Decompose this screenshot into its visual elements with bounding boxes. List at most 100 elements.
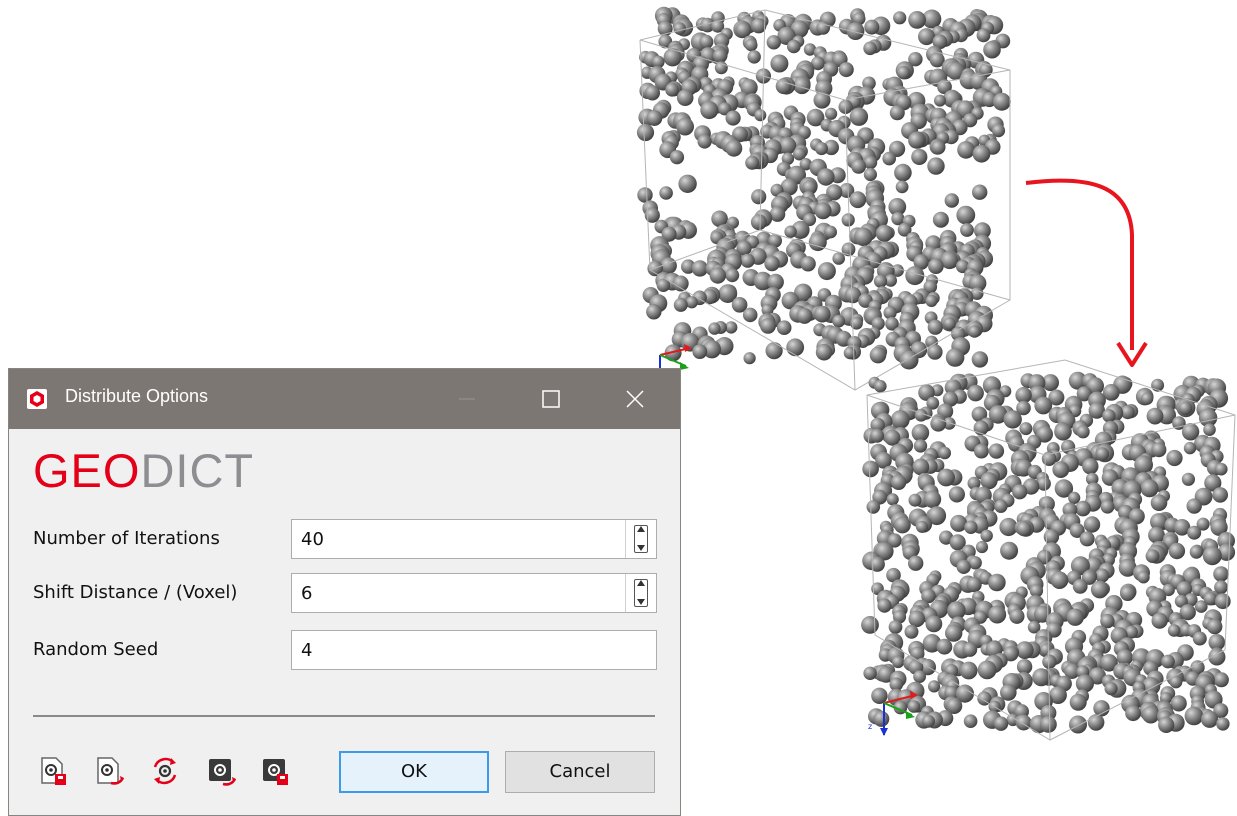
particle-sphere [1161,654,1175,669]
particle-sphere [1187,525,1202,540]
particle-sphere [725,110,741,126]
particle-sphere [927,319,943,335]
spin-up-icon[interactable] [626,574,656,593]
particle-sphere [923,490,942,509]
particle-sphere [751,189,767,205]
particle-sphere [974,443,989,459]
particle-sphere [890,474,907,490]
particle-sphere [815,343,833,361]
particle-sphere [932,211,949,228]
particle-sphere [894,163,912,182]
load-settings-icon[interactable] [37,755,69,787]
particle-sphere [742,307,758,323]
particle-sphere [815,142,828,156]
particle-sphere [700,101,719,120]
iterations-input[interactable]: 40 [291,519,657,559]
particle-sphere [912,458,930,476]
distribute-options-dialog: Distribute Options GEODICT Number of Ite… [8,368,681,816]
particle-sphere [928,680,941,693]
particle-sphere [800,256,816,272]
particle-sphere [870,428,885,443]
particle-sphere [928,258,944,275]
particle-sphere [908,555,924,571]
particle-sphere [1140,479,1159,498]
logo-part-dict: DICT [140,444,255,497]
particle-sphere [1145,549,1160,563]
particle-sphere [697,134,712,149]
particle-sphere [1069,693,1087,711]
particle-sphere [814,202,832,220]
particle-sphere [1184,706,1204,726]
particle-sphere [709,267,726,284]
particle-sphere [866,500,881,514]
save-macro-icon[interactable] [259,755,291,787]
shift-distance-input[interactable]: 6 [291,573,657,613]
spin-up-icon[interactable] [626,520,656,539]
particle-sphere [988,605,1007,624]
particle-sphere [1015,714,1032,731]
particle-sphere [841,242,856,257]
particle-sphere [1201,710,1219,728]
particle-sphere [787,39,801,54]
save-settings-icon[interactable] [93,755,125,787]
maximize-button[interactable] [533,381,569,417]
particle-sphere [1151,442,1167,458]
particle-sphere [1075,500,1091,517]
particle-sphere [725,139,743,157]
cancel-button[interactable]: Cancel [505,751,655,793]
particle-sphere [1090,580,1109,599]
load-macro-icon[interactable] [205,755,237,787]
particle-sphere [770,54,789,73]
iterations-spinner[interactable] [625,520,656,558]
particle-sphere [896,65,911,80]
particle-sphere [944,193,959,208]
reset-settings-icon[interactable] [149,755,181,787]
particle-sphere [889,105,905,121]
particle-sphere [1158,716,1175,733]
particle-sphere [672,275,689,292]
spin-down-icon[interactable] [626,593,656,612]
particle-sphere [938,446,951,460]
minimize-button[interactable] [449,381,485,417]
particle-sphere [886,493,899,506]
particle-sphere [1120,585,1136,601]
shift-distance-spinner[interactable] [625,574,656,612]
particle-sphere [1069,715,1087,734]
particle-sphere [1181,472,1195,486]
particle-sphere [1215,462,1228,476]
particle-sphere [980,472,998,490]
particle-sphere [678,174,697,193]
title-bar[interactable]: Distribute Options [9,369,680,429]
particle-sphere [945,624,963,642]
particle-sphere [745,155,760,170]
window-title: Distribute Options [65,386,209,406]
transform-arrow [1020,175,1160,379]
close-button[interactable] [617,381,653,417]
particle-sphere [1146,407,1164,425]
ok-button[interactable]: OK [339,751,489,793]
particle-sphere [884,429,901,446]
particle-sphere [1012,484,1028,500]
svg-text:z: z [868,722,872,731]
particle-sphere [740,253,755,268]
particle-sphere [863,41,877,56]
particle-sphere [863,666,877,680]
random-seed-input[interactable]: 4 [291,630,657,670]
particle-sphere [636,123,655,142]
spin-down-icon[interactable] [626,539,656,558]
particle-sphere [925,615,943,633]
particle-sphere [994,499,1008,513]
particle-sphere [1009,608,1025,624]
particle-sphere [1072,579,1088,594]
particle-sphere [992,92,1011,111]
particle-sphere [1082,458,1099,475]
particle-sphere [1192,631,1207,646]
particle-sphere [861,616,879,634]
divider [33,715,655,717]
particle-sphere [959,661,978,680]
particle-sphere [796,307,813,324]
particle-sphere [1095,447,1110,461]
particle-sphere [1000,541,1019,560]
particle-sphere [1195,600,1208,613]
particle-sphere [712,48,728,63]
